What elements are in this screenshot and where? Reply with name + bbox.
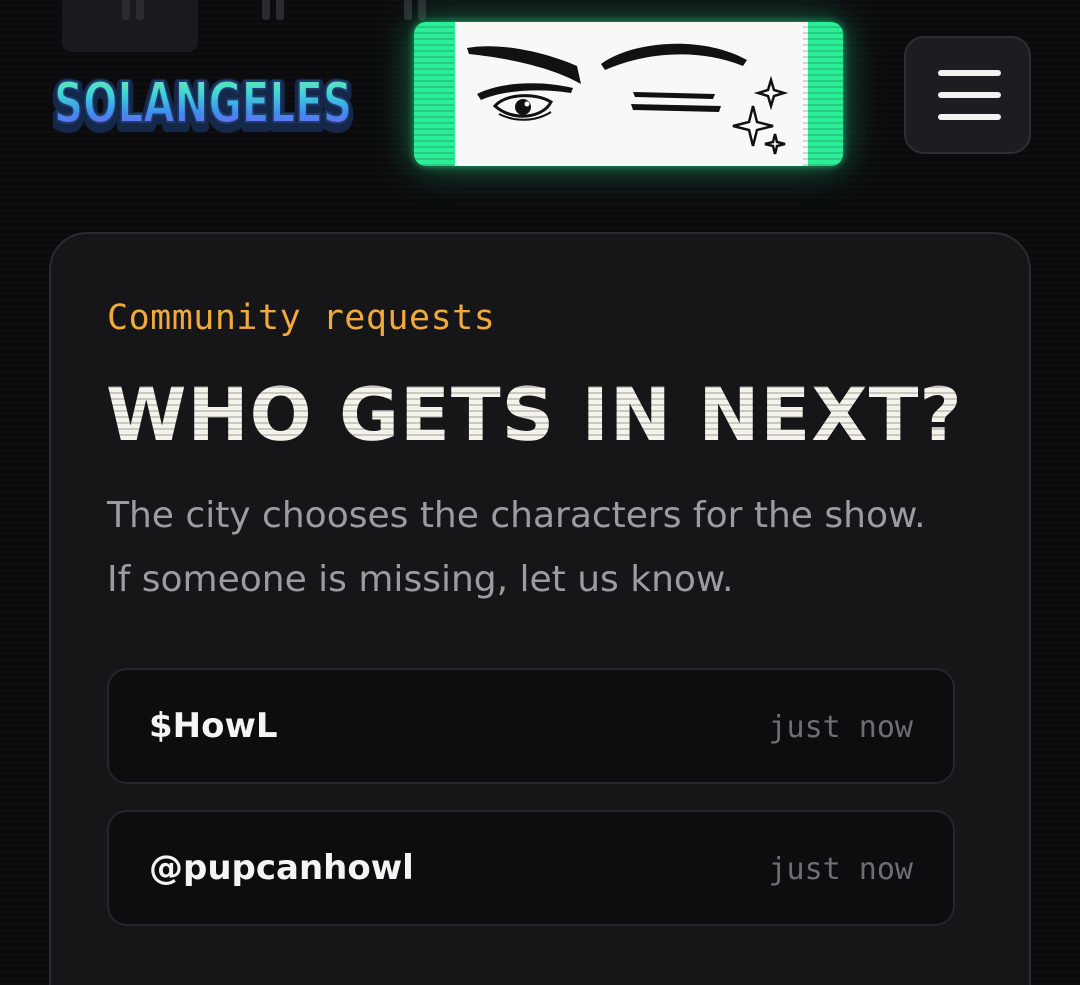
request-timestamp: just now bbox=[768, 852, 914, 887]
anime-eyes-illustration bbox=[455, 22, 808, 166]
background-decoration bbox=[404, 0, 412, 20]
solangeles-logo[interactable]: SOLANGELES SOLANGELES bbox=[48, 44, 358, 154]
section-description: The city chooses the characters for the … bbox=[107, 495, 926, 600]
header-banner[interactable] bbox=[414, 22, 843, 166]
menu-button[interactable] bbox=[904, 36, 1031, 154]
request-timestamp: just now bbox=[768, 710, 914, 745]
background-decoration bbox=[418, 0, 426, 20]
site-header: SOLANGELES SOLANGELES bbox=[0, 0, 1080, 210]
request-name: $HowL bbox=[149, 706, 278, 746]
request-item[interactable]: @pupcanhowl just now bbox=[107, 810, 955, 926]
community-requests-card: Community requests WHO GETS IN NEXT? The… bbox=[49, 232, 1031, 985]
request-name: @pupcanhowl bbox=[149, 848, 414, 888]
logo-text: SOLANGELES bbox=[54, 71, 352, 136]
background-decoration bbox=[276, 0, 284, 20]
section-title: WHO GETS IN NEXT? bbox=[106, 373, 963, 458]
request-item[interactable]: $HowL just now bbox=[107, 668, 955, 784]
section-eyebrow: Community requests bbox=[107, 298, 496, 338]
background-decoration bbox=[262, 0, 270, 20]
background-decoration bbox=[122, 0, 130, 20]
background-decoration bbox=[136, 0, 144, 20]
